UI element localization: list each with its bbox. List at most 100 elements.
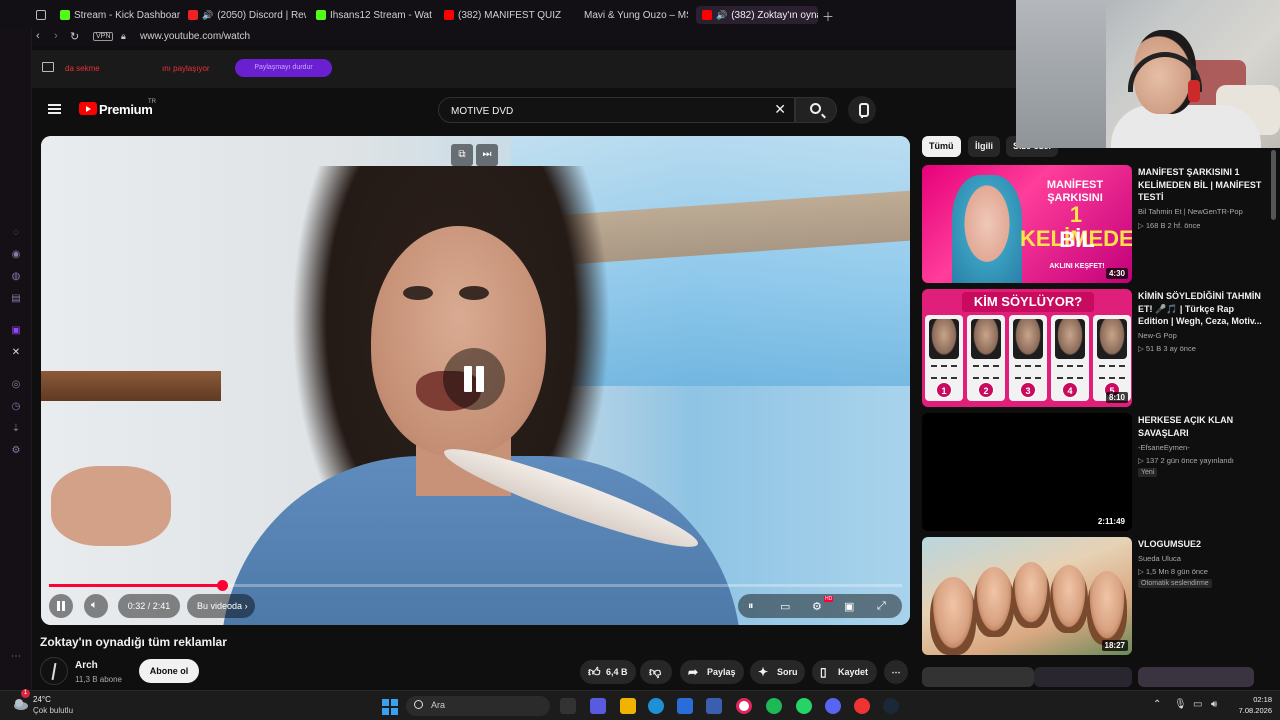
task-view-icon[interactable] [560,698,576,714]
recommendation-item-partial[interactable] [922,667,1280,687]
video-thumbnail[interactable] [1138,667,1254,687]
volume-tray-icon[interactable]: 🔊︎ [1211,699,1217,710]
mute-button[interactable]: 🔈︎ [84,594,108,618]
video-thumbnail[interactable]: MANİFEST ŞARKISINI 1 KELİMEDEN BİL AKLIN… [922,165,1132,283]
lock-icon[interactable]: 🔒︎ [121,31,126,42]
taskbar-search[interactable]: Ara [406,696,550,716]
like-button[interactable]: 👍︎ 6,4 B [580,660,636,684]
youtube-logo-icon[interactable] [79,102,97,115]
recommendation-channel[interactable]: Bil Tahmin Et | NewGenTR-Pop [1138,207,1243,216]
tab-kick-stream[interactable]: Ihsans12 Stream - Watch L [316,6,432,24]
recommendation-title[interactable]: MANİFEST ŞARKISINI 1 KELİMEDEN BİL | MAN… [1138,166,1266,204]
more-actions-button[interactable]: ⋯ [884,660,908,684]
url-field[interactable]: www.youtube.com/watch [140,31,250,42]
chapter-button[interactable]: Bu videoda › [187,594,255,618]
microphone-tray-icon[interactable]: 🎙︎ [1174,699,1187,710]
tab-kick-dashboard[interactable]: Stream - Kick Dashboard [60,6,180,24]
sidebar-twitch-icon[interactable]: ▣ [9,324,23,338]
video-thumbnail[interactable]: KİM SÖYLÜYOR? 1 2 3 4 5 8:10 [922,289,1132,407]
windows-start-icon[interactable] [382,699,398,715]
weather-temperature[interactable]: 24°C [33,695,51,704]
obs-icon[interactable] [854,698,870,714]
ask-button[interactable]: ✦ Soru [750,660,805,684]
whatsapp-icon[interactable] [796,698,812,714]
subtitles-icon[interactable]: ▭ [780,600,790,613]
chip-related[interactable]: İlgili [968,136,1000,157]
chip-all[interactable]: Tümü [922,136,961,157]
recommendation-item[interactable]: 2:11:49 HERKESE AÇIK KLAN SAVAŞLARI -Efs… [922,413,1280,531]
menu-icon[interactable] [48,104,61,114]
recommendation-title[interactable]: VLOGUMSUE2 [1138,538,1266,551]
vpn-badge[interactable]: VPN [93,32,114,41]
voice-search-icon[interactable] [848,96,876,124]
pause-button[interactable] [49,594,73,618]
edge-icon[interactable] [648,698,664,714]
sidebar-x-icon[interactable]: ✕ [9,346,23,360]
spotify-icon[interactable] [766,698,782,714]
recommendation-item[interactable]: 18:27 VLOGUMSUE2 Sueda Ulucа ▷ 1,5 Mn 8 … [922,537,1280,655]
channel-name[interactable]: Arch [75,660,98,671]
share-button[interactable]: ➦ Paylaş [680,660,744,684]
settings-icon[interactable]: ⚙ [812,600,822,613]
progress-bar[interactable] [49,580,902,591]
recommendation-title[interactable]: KİMİN SÖYLEDİĞİNİ TAHMİN ET! 🎤🎵 | Türkçe… [1138,290,1266,328]
app-icon[interactable] [590,698,606,714]
weather-icon[interactable] [12,695,30,713]
discord-icon[interactable] [825,698,841,714]
sidebar-player-icon[interactable]: ◎ [9,378,23,392]
recommendation-item[interactable]: MANİFEST ŞARKISINI 1 KELİMEDEN BİL AKLIN… [922,165,1280,283]
sidebar-more-icon[interactable]: ⋯ [9,650,23,664]
sidebar-whatsapp-icon[interactable]: ◍ [9,270,23,284]
recommendation-channel[interactable]: -EfsaneEymen- [1138,443,1190,452]
video-thumbnail[interactable]: 2:11:49 [922,413,1132,531]
search-button[interactable] [795,97,837,123]
network-icon[interactable]: ▭ [1193,699,1202,710]
video-thumbnail[interactable] [922,667,1034,687]
video-player[interactable]: ⧉ ⏭ 🔈︎ 0:32 / 2:41 Bu videoda › ⏸ ▭ ⚙ HD… [41,136,910,625]
clock-date[interactable]: 7.08.2026 [1222,706,1272,715]
new-tab-button[interactable]: ＋ [822,8,834,25]
app-icon[interactable] [706,698,722,714]
next-video-icon[interactable]: ⏭ [476,144,498,166]
recommendation-title[interactable]: HERKESE AÇIK KLAN SAVAŞLARI [1138,414,1266,439]
autoplay-toggle-icon[interactable]: ⏸ [748,600,754,613]
fullscreen-icon[interactable]: ⤢ [877,600,886,613]
sidebar-tasks-icon[interactable]: ▤ [9,292,23,306]
tab-workspaces[interactable] [36,6,50,24]
file-explorer-icon[interactable] [620,698,636,714]
back-button[interactable]: ‹ [36,30,40,42]
sidebar-messenger-icon[interactable]: ◉ [9,248,23,262]
reload-button[interactable]: ↻ [70,30,79,43]
recommendation-item[interactable]: KİM SÖYLÜYOR? 1 2 3 4 5 8:10 KİMİN SÖYLE… [922,289,1280,407]
big-pause-icon[interactable] [443,348,505,410]
clear-search-icon[interactable]: ✕ [774,101,786,118]
opera-icon[interactable] [736,698,752,714]
clock-time[interactable]: 02:18 [1232,695,1272,704]
tab-discord[interactable]: 🔊 (2050) Discord | Rew [188,6,306,24]
tray-chevron-icon[interactable]: ⌃ [1153,699,1161,710]
theater-mode-icon[interactable]: ▣ [844,600,854,613]
recommendation-channel[interactable]: Sueda Ulucа [1138,554,1181,563]
page-scrollbar[interactable] [1271,150,1276,220]
video-thumbnail[interactable] [1034,667,1132,687]
weather-description[interactable]: Çok bulutlu [33,706,73,715]
channel-avatar[interactable] [40,657,68,685]
sidebar-app-icon[interactable]: ◌ [9,226,23,240]
sidebar-download-icon[interactable]: ⇣ [9,422,23,436]
steam-icon[interactable] [883,698,899,714]
sidebar-history-icon[interactable]: ◷ [9,400,23,414]
subscribe-button[interactable]: Abone ol [139,659,199,683]
video-thumbnail[interactable]: 18:27 [922,537,1132,655]
stop-sharing-button[interactable]: Paylaşmayı durdur [235,59,332,77]
recommendation-channel[interactable]: New-G Pop [1138,331,1177,340]
tab-mavi-yung-ouzo[interactable]: Mavi & Yung Ouzo – MSG [584,6,688,24]
sidebar-settings-icon[interactable]: ⚙ [9,444,23,458]
tab-manifest-quiz[interactable]: (382) MANIFEST QUIZ: Ge [444,6,562,24]
tab-zoktay-active[interactable]: 🔊(382) Zoktay'ın oynadı [696,6,818,24]
save-button[interactable]: ▯ Kaydet [812,660,877,684]
dislike-button[interactable]: 👎︎ [640,660,672,684]
store-icon[interactable] [677,698,693,714]
forward-button[interactable]: › [54,30,58,42]
miniplayer-icon[interactable]: ⧉ [451,144,473,166]
search-input[interactable] [451,102,751,120]
